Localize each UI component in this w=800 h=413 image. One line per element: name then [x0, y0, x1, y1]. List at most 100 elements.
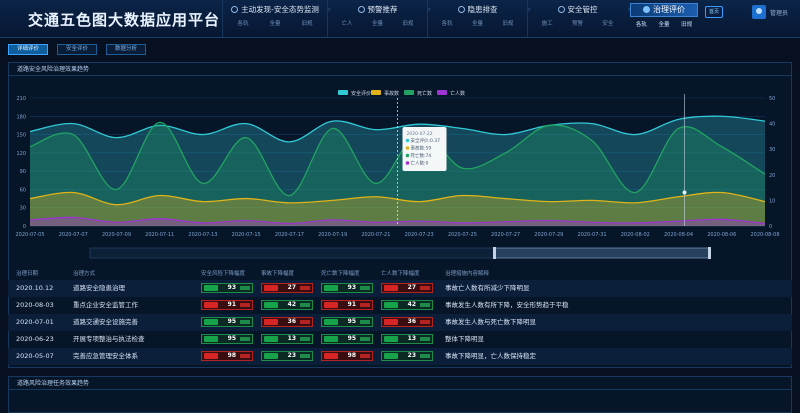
cell-metric: 36	[377, 314, 437, 331]
trend-chart[interactable]: 0 30 60 90 120 150 180 210 0 10 20 30 40 50 2020-07-05…	[0, 0, 800, 268]
cell-date: 2020-07-01	[16, 318, 54, 326]
metric-value: 95	[227, 318, 236, 325]
legend-swatch[interactable]	[371, 90, 381, 95]
metric-badge: 91	[201, 300, 253, 310]
metric-value: 36	[287, 318, 296, 325]
tooltip-item: 亡人数:0	[411, 160, 429, 167]
cell-desc: 事故发生人数与死亡数下降明显	[445, 318, 536, 326]
status-swatch	[420, 286, 430, 290]
metric-value: 93	[227, 284, 236, 291]
status-swatch	[420, 303, 430, 307]
status-swatch	[360, 303, 370, 307]
status-swatch	[360, 337, 370, 341]
status-swatch	[240, 337, 250, 341]
status-swatch	[420, 320, 430, 324]
th-date: 治理日期	[16, 271, 39, 277]
y-tick-label: 150	[16, 133, 26, 139]
x-tick-label: 2020-07-21	[361, 232, 390, 238]
metric-badge: 95	[321, 317, 373, 327]
metric-badge: 36	[381, 317, 433, 327]
status-swatch	[360, 354, 370, 358]
cell-metric: 91	[197, 297, 257, 314]
legend-label[interactable]: 死亡数	[417, 90, 432, 97]
tooltip-dot	[405, 146, 410, 150]
table-row[interactable]: 2020.10.12 道路安全隐患治理 93 27 93 27 事故亡人数有所减少下降明显	[8, 280, 792, 297]
metric-badge: 91	[321, 300, 373, 310]
x-tick-label: 2020-07-29	[534, 232, 563, 238]
cell-date: 2020.10.12	[16, 284, 54, 292]
cell-desc: 整体下降明显	[445, 335, 484, 343]
x-tick-label: 2020-08-04	[664, 232, 693, 238]
legend-label[interactable]: 安全评价	[351, 90, 371, 97]
metric-value: 91	[347, 301, 356, 308]
legend-swatch[interactable]	[437, 90, 447, 95]
zoom-slider-window[interactable]	[494, 247, 711, 259]
th-fatal: 亡人数下降幅度	[381, 271, 420, 277]
status-swatch	[300, 337, 310, 341]
x-tick-label: 2020-08-02	[621, 232, 650, 238]
cell-metric: 27	[377, 280, 437, 297]
x-tick-label: 2020-07-13	[188, 232, 217, 238]
y-right-tick-label: 20	[769, 173, 775, 179]
marker-dot	[682, 190, 687, 195]
zoom-handle-left[interactable]	[493, 247, 496, 259]
level-indicator	[384, 319, 398, 325]
table-row[interactable]: 2020-08-03 重点企业安全监管工作 91 42 91 42 事故发生人数有所下降，安…	[8, 297, 792, 314]
legend-swatch[interactable]	[338, 90, 348, 95]
y-tick-label: 0	[23, 224, 26, 230]
metric-badge: 98	[201, 351, 253, 361]
tooltip-item: 事故数:59	[411, 145, 432, 152]
status-swatch	[420, 337, 430, 341]
cell-metric: 98	[317, 348, 377, 365]
level-indicator	[384, 302, 398, 308]
cell-metric: 13	[257, 331, 317, 348]
cell-method: 重点企业安全监管工作	[73, 301, 138, 309]
cell-metric: 98	[197, 348, 257, 365]
governance-table: 治理日期 治理方式 安全风险下降幅度 事故下降幅度 死亡数下降幅度 亡人数下降幅…	[8, 268, 792, 365]
metric-value: 36	[407, 318, 416, 325]
x-tick-label: 2020-07-17	[275, 232, 304, 238]
cell-method: 完善应急管理安全体系	[73, 352, 138, 360]
level-indicator	[384, 285, 398, 291]
status-swatch	[420, 354, 430, 358]
level-indicator	[204, 302, 218, 308]
legend-label[interactable]: 亡人数	[450, 90, 465, 97]
cell-metric: 93	[197, 280, 257, 297]
status-swatch	[300, 303, 310, 307]
cell-metric: 27	[257, 280, 317, 297]
table-row[interactable]: 2020-07-01 道路交通安全设施完善 95 36 95 36 事故发生人数与死亡数下降…	[8, 314, 792, 331]
x-tick-label: 2020-07-07	[59, 232, 88, 238]
zoom-handle-right[interactable]	[708, 247, 711, 259]
level-indicator	[324, 319, 338, 325]
metric-value: 91	[227, 301, 236, 308]
metric-value: 93	[347, 284, 356, 291]
level-indicator	[324, 302, 338, 308]
legend-label[interactable]: 事故数	[384, 90, 399, 97]
cell-date: 2020-06-23	[16, 335, 54, 343]
y-tick-label: 120	[16, 151, 26, 157]
cell-metric: 91	[317, 297, 377, 314]
table-row[interactable]: 2020-06-23 开展专项整治与执法检查 95 13 95 13 整体下降明显	[8, 331, 792, 348]
metric-value: 23	[287, 352, 296, 359]
cell-desc: 事故下降明显，亡人数保持稳定	[445, 352, 536, 360]
metric-badge: 27	[261, 283, 313, 293]
status-swatch	[300, 354, 310, 358]
legend-swatch[interactable]	[404, 90, 414, 95]
y-right-tick-label: 0	[769, 224, 772, 230]
table-row[interactable]: 2020-05-07 完善应急管理安全体系 98 23 98 23 事故下降明显，亡人数保持…	[8, 348, 792, 365]
cell-method: 道路安全隐患治理	[73, 284, 125, 292]
cell-desc: 事故亡人数有所减少下降明显	[445, 284, 530, 292]
tooltip-item: 安全评价:0.37	[411, 137, 441, 144]
tooltip-date: 2020-07-22	[407, 131, 433, 137]
level-indicator	[264, 319, 278, 325]
level-indicator	[324, 353, 338, 359]
th-method: 治理方式	[73, 271, 96, 277]
metric-badge: 98	[321, 351, 373, 361]
x-tick-label: 2020-07-11	[145, 232, 174, 238]
y-tick-label: 180	[16, 114, 26, 120]
status-swatch	[240, 303, 250, 307]
x-tick-label: 2020-07-09	[102, 232, 131, 238]
y-tick-label: 90	[20, 169, 26, 175]
cell-metric: 23	[257, 348, 317, 365]
metric-badge: 95	[201, 334, 253, 344]
